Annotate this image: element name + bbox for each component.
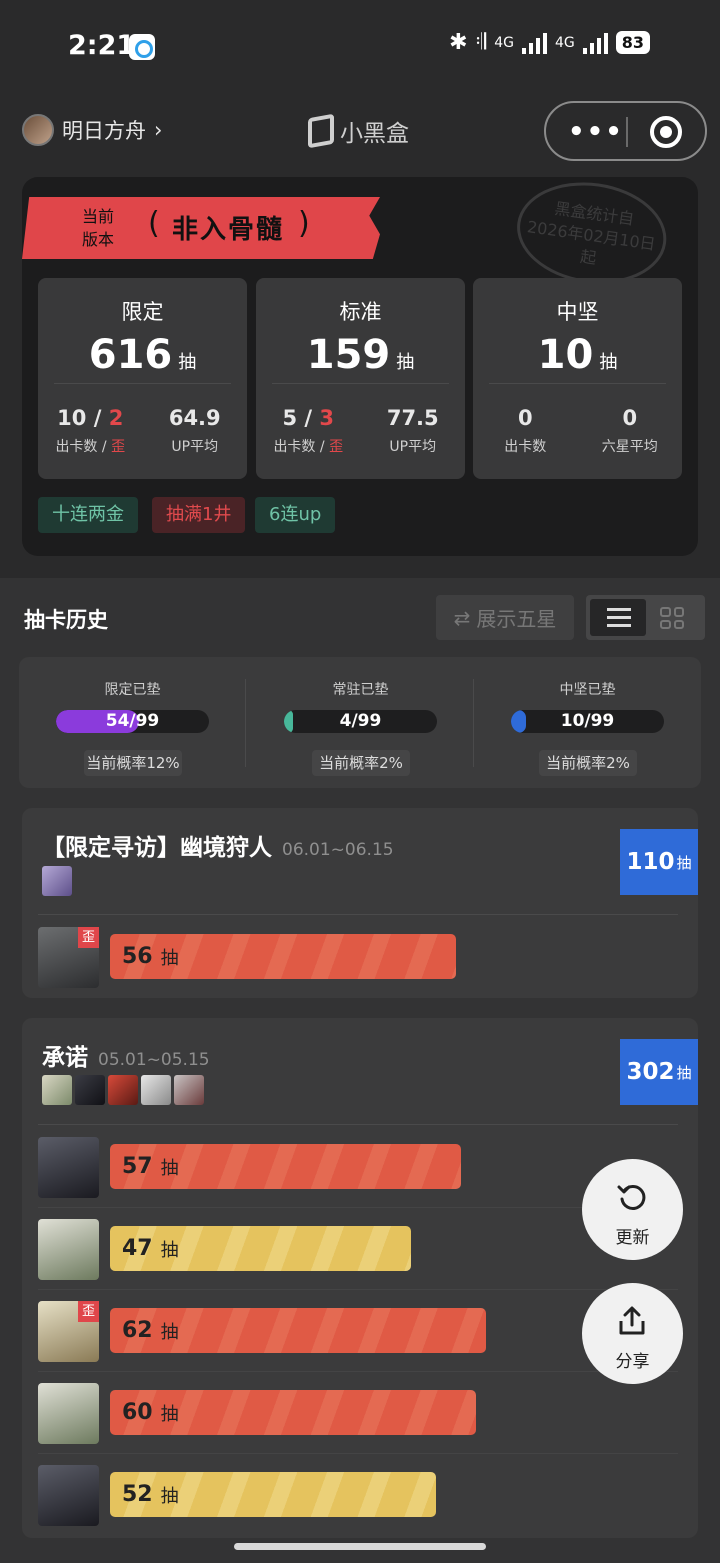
operator-thumbnail	[141, 1075, 171, 1105]
off-banner-badge: 歪	[78, 927, 99, 948]
version-label: 当前 版本	[82, 207, 115, 249]
stat-box-limited: 限定 616 抽 10 / 2 出卡数 / 歪 64.9 UP平均	[38, 278, 247, 479]
operator-thumbnail	[108, 1075, 138, 1105]
total-pulls: 10	[537, 332, 594, 378]
mini-program-capsule: •••	[544, 101, 707, 161]
stat-title: 中坚	[556, 300, 599, 324]
stat-box-standard: 标准 159 抽 5 / 3 出卡数 / 歪 77.5 UP平均	[256, 278, 465, 479]
operator-thumbnail	[174, 1075, 204, 1105]
achievement-tag: 十连两金	[38, 497, 138, 533]
operator-portrait	[38, 1383, 99, 1444]
game-avatar	[22, 114, 54, 146]
total-pulls: 159	[306, 332, 391, 378]
summary-card: 黑盒统计自 2026年02月10日起 当前 版本 ( 非入骨髓 ) 限定 616 抽 …	[22, 177, 698, 556]
brand-name: 小黑盒	[340, 121, 409, 147]
operator-portrait	[38, 1219, 99, 1280]
laurel-left-icon: (	[148, 206, 160, 241]
pull-count-bar: 62 抽	[110, 1308, 486, 1353]
achievement-tag: 6连up	[255, 497, 336, 533]
achievement-tag: 抽满1井	[152, 497, 246, 533]
network-type-1: 4G	[494, 34, 514, 51]
pull-row: 57 抽	[38, 1126, 678, 1208]
banner-title: 承诺 05.01~05.15	[42, 1045, 210, 1071]
up-average-stat: 77.5 UP平均	[386, 406, 439, 455]
brand: 小黑盒	[308, 113, 409, 149]
status-indicators: ✱ 𝄇 4G 4G 83	[449, 30, 650, 55]
view-mode-toggle	[586, 595, 705, 640]
operator-portrait	[38, 1137, 99, 1198]
swap-icon: ⇄	[453, 605, 471, 630]
banner-total-badge: 110 抽	[620, 829, 698, 895]
brand-logo-icon	[308, 113, 334, 149]
grid-view-icon[interactable]	[660, 607, 684, 629]
pull-row: 歪 56 抽	[38, 916, 678, 998]
signal-icon	[521, 32, 547, 54]
pull-count-bar: 60 抽	[110, 1390, 476, 1435]
pull-count-bar: 47 抽	[110, 1226, 411, 1271]
cards-stat: 0 出卡数	[504, 406, 547, 455]
operator-portrait	[38, 1465, 99, 1526]
stat-title: 标准	[339, 300, 382, 324]
pity-core: 中坚已垫 10/99 当前概率2%	[474, 657, 701, 788]
six-star-thumbnails	[42, 866, 72, 896]
operator-thumbnail	[42, 1075, 72, 1105]
list-view-button[interactable]	[590, 599, 646, 636]
pull-row: 60 抽	[38, 1372, 678, 1454]
up-average-stat: 64.9 UP平均	[168, 406, 221, 455]
capsule-divider	[626, 117, 628, 147]
stat-title: 限定	[121, 300, 164, 324]
network-type-2: 4G	[554, 34, 575, 51]
share-button[interactable]: 分享	[582, 1283, 683, 1384]
pull-count-bar: 52 抽	[110, 1472, 436, 1517]
notification-app-icon	[129, 34, 155, 60]
bluetooth-icon: ✱	[449, 30, 468, 55]
pity-card: 限定已垫 54/99 当前概率12% 常驻已垫 4/99 当前概率2% 中坚已垫…	[19, 657, 701, 788]
close-target-icon[interactable]	[650, 116, 682, 148]
off-banner-badge: 歪	[78, 1301, 99, 1322]
banner-title: 【限定寻访】幽境狩人 06.01~06.15	[42, 835, 394, 861]
signal-icon-2	[582, 32, 608, 54]
more-icon[interactable]: •••	[568, 117, 624, 147]
luck-grade: 非入骨髓	[172, 215, 285, 245]
operator-thumbnail	[42, 866, 72, 896]
share-icon	[619, 1306, 645, 1335]
home-indicator[interactable]	[234, 1543, 486, 1550]
history-title: 抽卡历史	[24, 608, 108, 632]
cards-stat: 5 / 3 出卡数 / 歪	[273, 406, 344, 455]
game-name: 明日方舟	[62, 119, 146, 143]
six-star-thumbnails	[42, 1075, 204, 1105]
list-view-icon	[607, 608, 631, 628]
pull-row: 47 抽	[38, 1208, 678, 1290]
banner-total-badge: 302 抽	[620, 1039, 698, 1105]
chevron-right-icon: ›	[154, 118, 163, 142]
total-pulls: 616	[88, 332, 173, 378]
banner-card[interactable]: 【限定寻访】幽境狩人 06.01~06.15 110 抽 歪 56 抽	[22, 808, 698, 998]
game-switcher[interactable]: 明日方舟 ›	[22, 114, 162, 146]
banner-card[interactable]: 承诺 05.01~05.15 302 抽 57 抽 47 抽 歪 62 抽 60 抽 52 抽	[22, 1018, 698, 1538]
pity-limited: 限定已垫 54/99 当前概率12%	[19, 657, 246, 788]
pull-count-bar: 56 抽	[110, 934, 456, 979]
stat-box-core: 中坚 10 抽 0 出卡数 0 六星平均	[473, 278, 682, 479]
laurel-right-icon: )	[298, 206, 310, 241]
battery-indicator: 83	[615, 31, 650, 54]
earbuds-icon: 𝄇	[475, 30, 487, 55]
refresh-icon	[617, 1184, 646, 1210]
pity-standard: 常驻已垫 4/99 当前概率2%	[247, 657, 474, 788]
operator-thumbnail	[75, 1075, 105, 1105]
pull-count-bar: 57 抽	[110, 1144, 461, 1189]
pull-row: 52 抽	[38, 1454, 678, 1536]
status-time: 2:21	[68, 30, 136, 61]
cards-stat: 10 / 2 出卡数 / 歪	[55, 406, 126, 455]
grade-banner: 当前 版本 ( 非入骨髓 )	[22, 197, 380, 259]
show-five-star-toggle[interactable]: ⇄ 展示五星	[436, 595, 574, 640]
refresh-button[interactable]: 更新	[582, 1159, 683, 1260]
six-star-average-stat: 0 六星平均	[601, 406, 658, 455]
